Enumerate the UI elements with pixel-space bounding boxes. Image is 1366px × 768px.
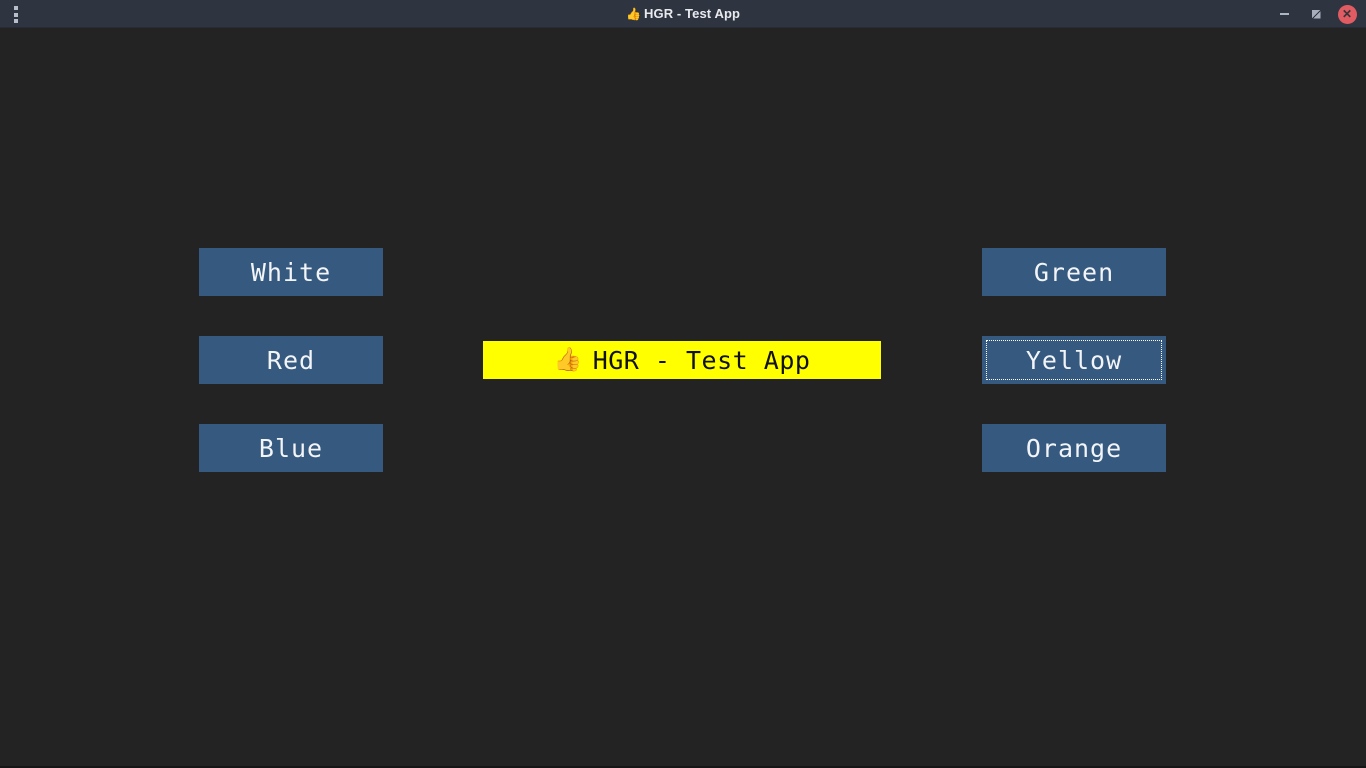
main-canvas: White Red Blue Green Yellow Orange 👍 HGR … <box>0 29 1366 766</box>
kebab-dot <box>13 12 18 17</box>
title-bar: 👍 HGR - Test App ✕ <box>0 0 1366 28</box>
minimize-button[interactable] <box>1269 0 1299 28</box>
close-icon: ✕ <box>1337 4 1357 24</box>
window-title-text: HGR - Test App <box>644 6 741 21</box>
color-button-yellow[interactable]: Yellow <box>982 336 1166 384</box>
maximize-icon <box>1312 10 1321 19</box>
kebab-dot <box>13 6 18 10</box>
color-button-green[interactable]: Green <box>982 248 1166 296</box>
kebab-dot <box>13 19 18 23</box>
minimize-icon <box>1279 13 1289 15</box>
color-button-orange[interactable]: Orange <box>982 424 1166 472</box>
window-title: 👍 HGR - Test App <box>0 0 1366 28</box>
maximize-button[interactable] <box>1301 0 1331 28</box>
color-button-label: Red <box>266 345 316 375</box>
status-banner: 👍 HGR - Test App <box>483 341 881 379</box>
thumbs-up-icon: 👍 <box>625 7 642 21</box>
color-button-label: Orange <box>1025 433 1123 463</box>
color-button-white[interactable]: White <box>199 248 383 296</box>
kebab-menu-icon[interactable] <box>11 6 20 23</box>
thumbs-up-icon: 👍 <box>553 346 583 373</box>
color-button-red[interactable]: Red <box>199 336 383 384</box>
app-window: 👍 HGR - Test App ✕ White Red Blue Green Y… <box>0 0 1366 768</box>
close-button[interactable]: ✕ <box>1332 0 1362 28</box>
color-button-blue[interactable]: Blue <box>199 424 383 472</box>
color-button-label: Blue <box>258 433 324 463</box>
status-banner-text: HGR - Test App <box>592 345 811 375</box>
color-button-label: Yellow <box>1025 345 1123 375</box>
color-button-label: White <box>250 257 332 287</box>
color-button-label: Green <box>1033 257 1115 287</box>
